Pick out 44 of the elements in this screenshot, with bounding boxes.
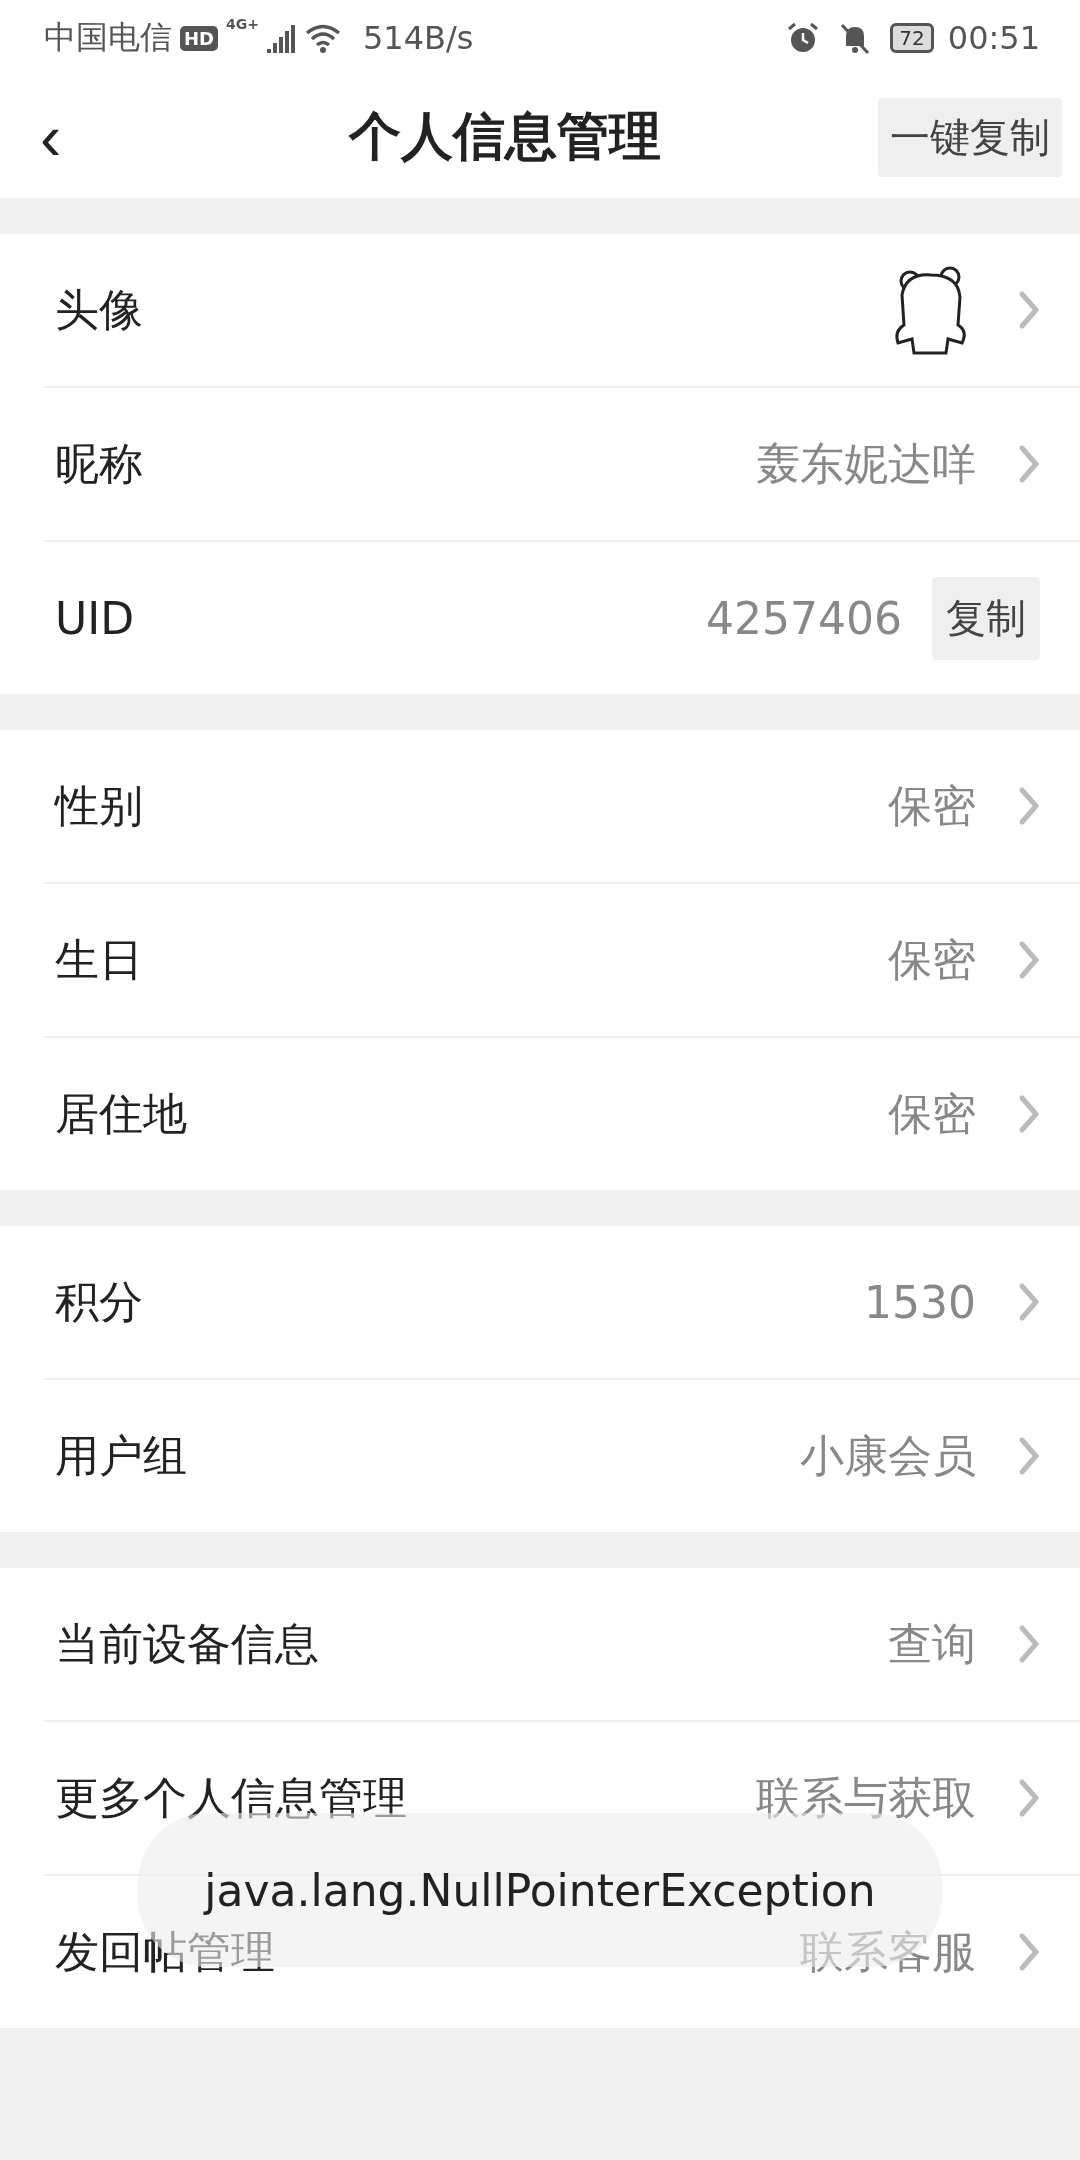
row-label: 当前设备信息	[55, 1616, 320, 1671]
row-label: 积分	[55, 1274, 144, 1329]
row-label: 昵称	[55, 436, 144, 491]
row-label: 更多个人信息管理	[55, 1770, 408, 1825]
row-label: UID	[55, 592, 136, 644]
alarm-icon	[786, 21, 821, 55]
row-label: 生日	[55, 932, 144, 987]
chevron-icon	[1018, 786, 1040, 826]
chevron-icon	[1018, 940, 1040, 980]
chevron-icon	[1018, 1094, 1040, 1134]
row-label: 居住地	[55, 1086, 188, 1141]
row-label: 性别	[55, 778, 144, 833]
chevron-icon	[1018, 1624, 1040, 1664]
row-value: 轰东妮达咩	[756, 436, 976, 491]
signal-icon	[267, 23, 297, 53]
back-button[interactable]: ‹	[30, 105, 72, 169]
clock-time: 00:51	[947, 19, 1040, 57]
chevron-icon	[1018, 1282, 1040, 1322]
chevron-icon	[1018, 444, 1040, 484]
wifi-icon	[305, 23, 341, 53]
row-label: 发回帖管理	[55, 1924, 276, 1979]
network-type: 4G+	[226, 16, 259, 32]
row-value: 联系与获取	[756, 1770, 976, 1825]
row-value: 小康会员	[800, 1428, 976, 1483]
battery-indicator: 72	[890, 23, 934, 53]
row-value: 保密	[888, 778, 976, 833]
copy-all-button[interactable]: 一键复制	[878, 97, 1062, 177]
page-title: 个人信息管理	[347, 105, 662, 168]
row-value: 1530	[864, 1276, 976, 1328]
row-value: 保密	[888, 1086, 976, 1141]
row-label: 头像	[55, 282, 144, 337]
chevron-icon	[1018, 1932, 1040, 1972]
row-label: 用户组	[55, 1428, 188, 1483]
copy-button[interactable]: 复制	[932, 576, 1040, 660]
network-speed: 514B/s	[363, 19, 474, 57]
carrier-name: 中国电信	[44, 17, 172, 58]
row-value: 4257406	[706, 592, 902, 644]
chevron-icon	[1018, 290, 1040, 330]
hd-badge: HD	[180, 25, 218, 51]
chevron-icon	[1018, 1436, 1040, 1476]
chevron-icon	[1018, 1778, 1040, 1818]
row-value: 联系客服	[800, 1924, 976, 1979]
row-value: 查询	[888, 1616, 976, 1671]
row-value: 保密	[888, 932, 976, 987]
